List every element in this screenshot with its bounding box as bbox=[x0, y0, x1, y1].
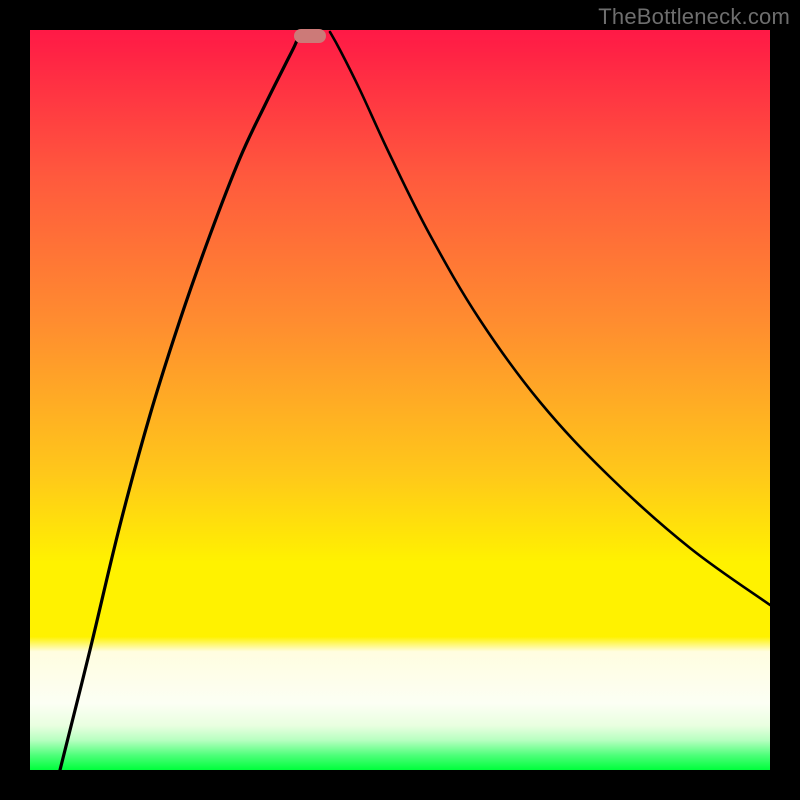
watermark-text: TheBottleneck.com bbox=[598, 4, 790, 30]
curve-left bbox=[60, 32, 300, 770]
chart-frame: TheBottleneck.com bbox=[0, 0, 800, 800]
plot-area bbox=[30, 30, 770, 770]
curve-right bbox=[330, 32, 770, 605]
bottleneck-marker bbox=[294, 29, 326, 43]
curve-layer bbox=[30, 30, 770, 770]
